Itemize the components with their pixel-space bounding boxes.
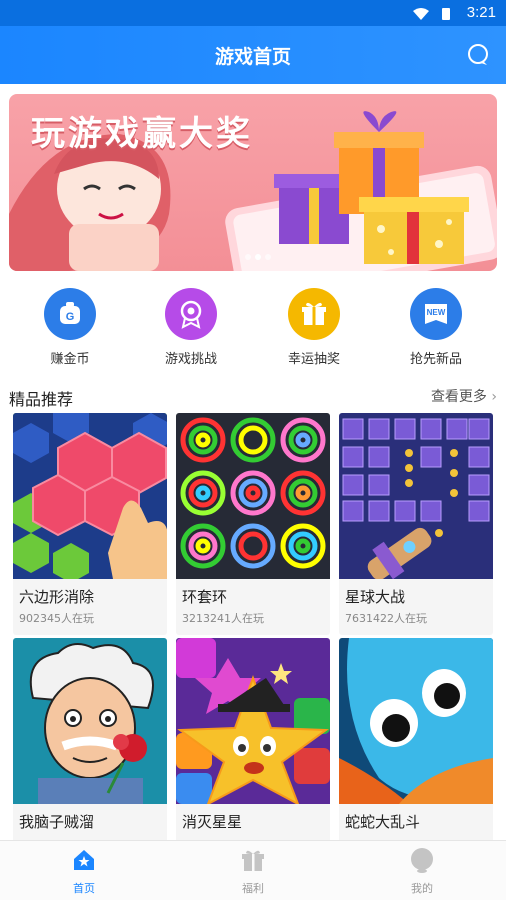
game-player-count: 3213241人在玩 xyxy=(182,612,264,625)
quick-action-label: 赚金币 xyxy=(50,352,90,367)
page-title: 游戏首页 xyxy=(214,46,291,68)
game-card[interactable]: 星球大战 7631422人在玩 xyxy=(339,413,493,635)
view-more-link[interactable]: 查看更多 › xyxy=(431,386,497,406)
game-card[interactable]: 消灭星星 xyxy=(176,638,330,860)
wifi-battery-icon xyxy=(412,6,452,25)
game-name: 环套环 xyxy=(182,588,228,606)
featured-header: 精品推荐 查看更多 › xyxy=(9,384,497,409)
banner-dot xyxy=(245,254,251,260)
profile-icon xyxy=(411,848,433,873)
game-card[interactable]: 六边形消除 902345人在玩 xyxy=(13,413,167,635)
quick-action-label: 幸运抽奖 xyxy=(287,352,340,367)
game-card[interactable]: 环套环 3213241人在玩 xyxy=(176,413,330,635)
status-bar: 3:21 xyxy=(0,0,506,26)
tab-label: 我的 xyxy=(411,882,433,895)
game-thumbnail xyxy=(339,638,493,804)
tab-label: 首页 xyxy=(73,882,95,895)
chevron-right-icon: › xyxy=(491,389,497,405)
game-thumbnail xyxy=(13,638,167,804)
bottom-tab-bar: 首页 福利 我的 xyxy=(0,840,506,900)
game-name: 六边形消除 xyxy=(19,588,95,606)
gift-icon xyxy=(288,288,340,340)
game-name: 消灭星星 xyxy=(182,813,243,831)
chat-bubble-icon[interactable] xyxy=(466,43,490,71)
coin-bag-icon: G xyxy=(44,288,96,340)
banner-headline: 玩游戏赢大奖 xyxy=(31,114,253,154)
banner-dot xyxy=(255,254,261,260)
gift-icon xyxy=(242,850,264,871)
game-player-count: 7631422人在玩 xyxy=(345,612,427,625)
quick-action-lucky-draw[interactable]: 幸运抽奖 xyxy=(264,288,364,367)
game-thumbnail xyxy=(176,638,330,804)
game-thumbnail xyxy=(13,413,167,579)
view-more-label: 查看更多 xyxy=(430,389,487,405)
tab-profile[interactable]: 我的 xyxy=(382,847,462,896)
quick-action-new-games[interactable]: NEW 抢先新品 xyxy=(386,288,486,367)
game-name: 我脑子贼溜 xyxy=(19,813,95,831)
game-player-count: 902345人在玩 xyxy=(19,612,94,625)
tab-home[interactable]: 首页 xyxy=(44,847,124,896)
banner-pagination xyxy=(243,245,273,264)
quick-action-game-challenge[interactable]: 游戏挑战 xyxy=(141,288,241,367)
quick-action-earn-coins[interactable]: G 赚金币 xyxy=(20,288,120,367)
app-header: 游戏首页 xyxy=(0,26,506,84)
game-card[interactable]: 我脑子贼溜 xyxy=(13,638,167,860)
status-time: 3:21 xyxy=(466,4,496,21)
quick-action-label: 抢先新品 xyxy=(409,352,462,367)
svg-text:G: G xyxy=(66,311,75,323)
game-card[interactable]: 蛇蛇大乱斗 xyxy=(339,638,493,860)
home-icon xyxy=(74,850,94,870)
section-title: 精品推荐 xyxy=(9,390,74,409)
tab-label: 福利 xyxy=(242,882,264,895)
quick-actions: G 赚金币 游戏挑战 幸运抽奖 NEW 抢先新品 xyxy=(0,288,506,368)
medal-icon xyxy=(165,288,217,340)
banner-dot xyxy=(265,254,271,260)
quick-action-label: 游戏挑战 xyxy=(164,352,217,367)
game-thumbnail xyxy=(176,413,330,579)
promo-banner[interactable]: 玩游戏赢大奖 xyxy=(9,94,497,271)
tab-welfare[interactable]: 福利 xyxy=(213,847,293,896)
new-tag-icon: NEW xyxy=(410,288,462,340)
svg-text:NEW: NEW xyxy=(427,308,446,317)
game-thumbnail xyxy=(339,413,493,579)
game-name: 蛇蛇大乱斗 xyxy=(345,813,421,831)
game-name: 星球大战 xyxy=(345,588,406,606)
